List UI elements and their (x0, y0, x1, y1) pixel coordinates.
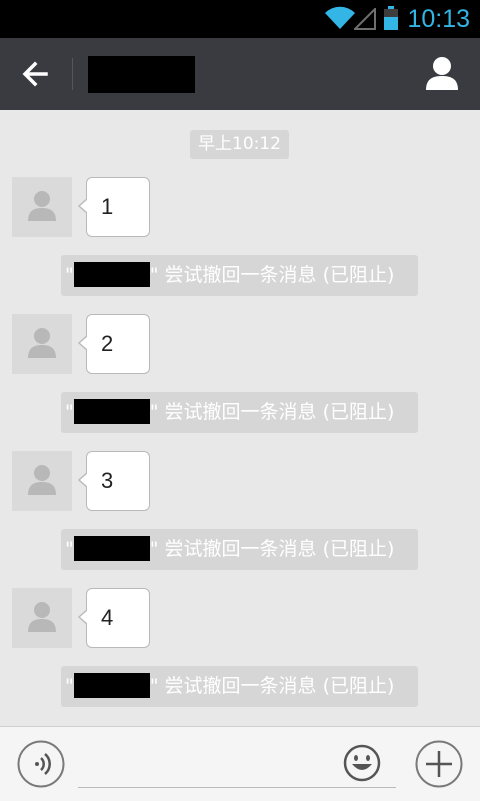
message-bubble[interactable]: 2 (78, 314, 150, 374)
avatar[interactable] (12, 314, 72, 374)
notice-text: 尝试撤回一条消息 (已阻止) (164, 675, 395, 697)
input-bar (0, 726, 480, 801)
message-bubble[interactable]: 3 (78, 451, 150, 511)
emoji-button[interactable] (342, 743, 382, 783)
redacted-sender-name (73, 261, 150, 287)
default-avatar-icon (28, 328, 56, 358)
smiley-icon (343, 744, 381, 782)
avatar[interactable] (12, 588, 72, 648)
message-row: 1 (0, 177, 480, 239)
recall-notice: " " 尝试撤回一条消息 (已阻止) (61, 392, 418, 433)
chat-title (88, 56, 195, 93)
status-bar: 10:13 (0, 0, 480, 38)
arrow-left-icon (22, 61, 48, 87)
chat-area[interactable]: 早上10:12 1 " " 尝试撤回一条消息 (已阻止) 2 " " 尝试撤回一条消… (0, 110, 480, 726)
message-text: 2 (101, 331, 114, 356)
message-bubble[interactable]: 1 (78, 177, 150, 237)
status-clock: 10:13 (407, 5, 470, 33)
message-text: 4 (101, 605, 114, 630)
default-avatar-icon (28, 602, 56, 632)
redacted-sender-name (73, 535, 150, 561)
voice-button[interactable] (17, 740, 65, 788)
person-icon (426, 57, 458, 90)
message-text: 1 (101, 194, 114, 219)
message-bubble[interactable]: 4 (78, 588, 150, 648)
avatar[interactable] (12, 177, 72, 237)
redacted-sender-name (73, 672, 150, 698)
profile-button[interactable] (420, 52, 464, 96)
default-avatar-icon (28, 465, 56, 495)
recall-notice: " " 尝试撤回一条消息 (已阻止) (61, 529, 418, 570)
wifi-icon (325, 6, 355, 30)
plus-icon (415, 740, 463, 788)
time-divider: 早上10:12 (190, 130, 289, 159)
voice-icon (17, 740, 65, 788)
message-text: 3 (101, 468, 114, 493)
chat-header (0, 38, 480, 110)
message-row: 4 (0, 588, 480, 650)
back-button[interactable] (16, 54, 56, 94)
battery-icon (384, 6, 398, 30)
signal-icon (354, 8, 376, 30)
header-divider (72, 58, 73, 90)
redacted-sender-name (73, 398, 150, 424)
notice-text: 尝试撤回一条消息 (已阻止) (164, 264, 395, 286)
notice-text: 尝试撤回一条消息 (已阻止) (164, 538, 395, 560)
notice-text: 尝试撤回一条消息 (已阻止) (164, 401, 395, 423)
message-row: 3 (0, 451, 480, 513)
default-avatar-icon (28, 191, 56, 221)
more-button[interactable] (415, 740, 463, 788)
recall-notice: " " 尝试撤回一条消息 (已阻止) (61, 255, 418, 296)
message-row: 2 (0, 314, 480, 376)
recall-notice: " " 尝试撤回一条消息 (已阻止) (61, 666, 418, 707)
avatar[interactable] (12, 451, 72, 511)
